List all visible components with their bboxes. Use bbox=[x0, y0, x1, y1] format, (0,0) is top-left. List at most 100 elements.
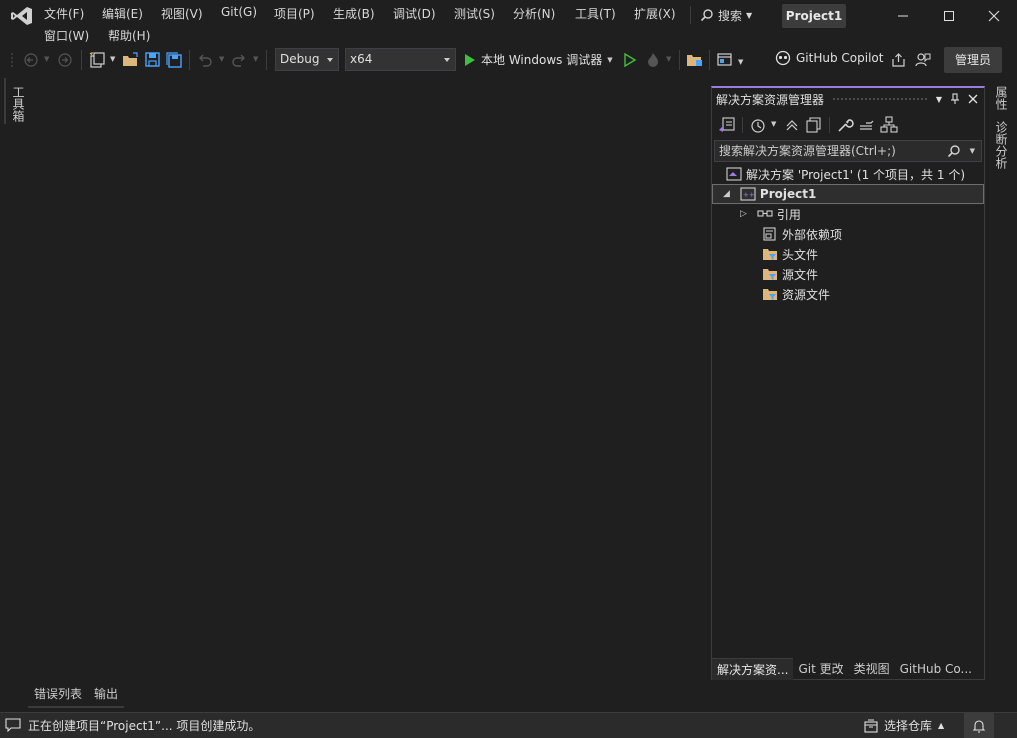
switch-views-icon[interactable] bbox=[718, 116, 736, 134]
admin-badge[interactable]: 管理员 bbox=[944, 47, 1002, 73]
play-icon bbox=[465, 53, 475, 66]
tab-solution-explorer[interactable]: 解决方案资... bbox=[712, 658, 794, 680]
navigate-forward-icon[interactable] bbox=[56, 51, 74, 69]
menu-analyze[interactable]: 分析(N) bbox=[513, 5, 555, 22]
pending-changes-filter-icon[interactable] bbox=[749, 116, 767, 134]
notifications-button[interactable] bbox=[964, 713, 994, 738]
menu-test[interactable]: 测试(S) bbox=[454, 5, 495, 22]
undo-icon[interactable] bbox=[196, 51, 214, 69]
toolbar-separator bbox=[829, 117, 830, 133]
maximize-button[interactable] bbox=[926, 0, 972, 32]
select-repository-button[interactable]: 选择仓库 ▲ bbox=[864, 717, 944, 734]
chevron-down-icon[interactable]: ▼ bbox=[253, 55, 258, 63]
chevron-down-icon bbox=[327, 58, 333, 62]
chevron-down-icon[interactable]: ▼ bbox=[44, 55, 49, 63]
menu-help[interactable]: 帮助(H) bbox=[108, 27, 150, 44]
github-copilot-button[interactable]: GitHub Copilot bbox=[775, 50, 883, 66]
share-icon[interactable] bbox=[890, 51, 908, 69]
tab-git-changes[interactable]: Git 更改 bbox=[793, 658, 848, 680]
redo-icon[interactable] bbox=[230, 51, 248, 69]
save-icon[interactable] bbox=[144, 51, 162, 69]
chevron-down-icon bbox=[444, 58, 450, 62]
tab-class-view[interactable]: 类视图 bbox=[849, 658, 895, 680]
project-name-badge[interactable]: Project1 bbox=[782, 4, 846, 28]
toolbar-separator bbox=[742, 117, 743, 133]
class-diagram-icon[interactable] bbox=[880, 116, 898, 134]
solution-platform-select[interactable]: x64 bbox=[345, 48, 456, 71]
toolbar-separator bbox=[189, 50, 190, 70]
menu-git[interactable]: Git(G) bbox=[221, 5, 257, 19]
solution-configuration-select[interactable]: Debug bbox=[275, 48, 339, 71]
tree-item-source-files[interactable]: 源文件 bbox=[712, 264, 984, 284]
pin-icon[interactable] bbox=[950, 93, 960, 105]
navigate-back-icon[interactable] bbox=[22, 51, 40, 69]
solution-label: 解决方案 'Project1' (1 个项目，共 1 个) bbox=[746, 167, 965, 182]
collapse-all-icon[interactable] bbox=[783, 116, 801, 134]
chevron-down-icon[interactable]: ▼ bbox=[607, 56, 612, 64]
search-options-chevron-icon[interactable]: ▼ bbox=[970, 141, 975, 161]
save-all-icon[interactable] bbox=[165, 51, 183, 69]
start-debugging-button[interactable]: 本地 Windows 调试器 ▼ bbox=[464, 48, 613, 71]
hot-reload-icon[interactable] bbox=[644, 51, 662, 69]
tree-node-label: 外部依赖项 bbox=[782, 227, 843, 242]
tree-item-resource-files[interactable]: 资源文件 bbox=[712, 284, 984, 304]
tree-item-project[interactable]: ◢ ++ Project1 bbox=[712, 184, 984, 204]
chevron-down-icon[interactable]: ▼ bbox=[219, 55, 224, 63]
tree-item-solution[interactable]: 解决方案 'Project1' (1 个项目，共 1 个) bbox=[712, 164, 984, 184]
folder-browse-icon[interactable] bbox=[686, 51, 704, 69]
menu-window[interactable]: 窗口(W) bbox=[44, 27, 89, 44]
solution-explorer-header: 解决方案资源管理器 ▼ bbox=[712, 88, 984, 110]
menu-project[interactable]: 项目(P) bbox=[274, 5, 315, 22]
menu-build[interactable]: 生成(B) bbox=[333, 5, 375, 22]
toolbox-tab[interactable]: 工具箱 bbox=[10, 86, 27, 122]
references-icon bbox=[757, 210, 773, 217]
start-without-debugging-icon[interactable] bbox=[621, 51, 639, 69]
close-button[interactable] bbox=[971, 0, 1017, 32]
external-dependencies-icon bbox=[763, 227, 776, 241]
chevron-down-icon: ▼ bbox=[746, 10, 753, 20]
show-all-files-icon[interactable] bbox=[805, 116, 823, 134]
menu-edit[interactable]: 编辑(E) bbox=[102, 5, 143, 22]
diagnostics-tab[interactable]: 诊断分析 bbox=[993, 121, 1010, 169]
open-folder-icon[interactable] bbox=[122, 51, 140, 69]
solution-explorer-search-input[interactable]: 搜索解决方案资源管理器(Ctrl+;) ▼ bbox=[714, 140, 982, 162]
solution-explorer-search-placeholder: 搜索解决方案资源管理器(Ctrl+;) bbox=[719, 144, 896, 158]
collapsed-triangle-icon[interactable]: ▷ bbox=[740, 209, 747, 219]
tab-error-list[interactable]: 错误列表 bbox=[28, 684, 89, 708]
chevron-down-icon[interactable]: ▼ bbox=[738, 58, 743, 66]
properties-tab[interactable]: 属性 bbox=[993, 86, 1010, 110]
menu-extensions[interactable]: 扩展(X) bbox=[634, 5, 676, 22]
panel-grip[interactable] bbox=[832, 96, 928, 102]
preview-selected-items-icon[interactable] bbox=[858, 116, 876, 134]
menu-debug[interactable]: 调试(D) bbox=[393, 5, 436, 22]
tree-item-references[interactable]: ▷ 引用 bbox=[712, 204, 984, 224]
menu-file[interactable]: 文件(F) bbox=[44, 5, 84, 22]
expanded-triangle-icon[interactable]: ◢ bbox=[723, 189, 730, 199]
tree-item-header-files[interactable]: 头文件 bbox=[712, 244, 984, 264]
solution-explorer-panel: 解决方案资源管理器 ▼ ▼ 搜索解决方案资源管理器(Ctrl+;) ▼ 解决方案… bbox=[711, 86, 985, 680]
toolbox-tab-indicator bbox=[4, 78, 6, 124]
search-icon[interactable] bbox=[947, 144, 961, 158]
chevron-down-icon[interactable]: ▼ bbox=[771, 120, 776, 128]
status-bar: 正在创建项目“Project1”... 项目创建成功。 选择仓库 ▲ bbox=[0, 712, 1017, 738]
toolbar-grip-icon bbox=[11, 53, 13, 67]
tab-github-copilot[interactable]: GitHub Co... bbox=[895, 658, 977, 680]
tree-item-external-dependencies[interactable]: 外部依赖项 bbox=[712, 224, 984, 244]
start-debugging-label: 本地 Windows 调试器 bbox=[481, 53, 603, 67]
new-project-icon[interactable] bbox=[88, 51, 106, 69]
message-icon[interactable] bbox=[5, 718, 21, 732]
minimize-button[interactable] bbox=[880, 0, 926, 32]
standard-toolbar: ▼ ▼ ▼ ▼ Debug x64 本地 Windows 调试器 ▼ ▼ ▼ G… bbox=[0, 44, 1017, 76]
layout-icon[interactable] bbox=[716, 51, 734, 69]
window-position-dropdown-icon[interactable]: ▼ bbox=[936, 95, 942, 104]
chevron-down-icon[interactable]: ▼ bbox=[666, 55, 671, 63]
properties-wrench-icon[interactable] bbox=[836, 116, 854, 134]
menu-tools[interactable]: 工具(T) bbox=[575, 5, 616, 22]
close-panel-icon[interactable] bbox=[968, 94, 978, 104]
tab-output[interactable]: 输出 bbox=[88, 684, 125, 708]
cpp-project-icon: ++ bbox=[740, 187, 756, 201]
search-button[interactable]: 搜索 ▼ bbox=[700, 4, 752, 26]
chevron-down-icon[interactable]: ▼ bbox=[110, 55, 115, 63]
feedback-icon[interactable] bbox=[914, 51, 932, 69]
menu-view[interactable]: 视图(V) bbox=[161, 5, 203, 22]
